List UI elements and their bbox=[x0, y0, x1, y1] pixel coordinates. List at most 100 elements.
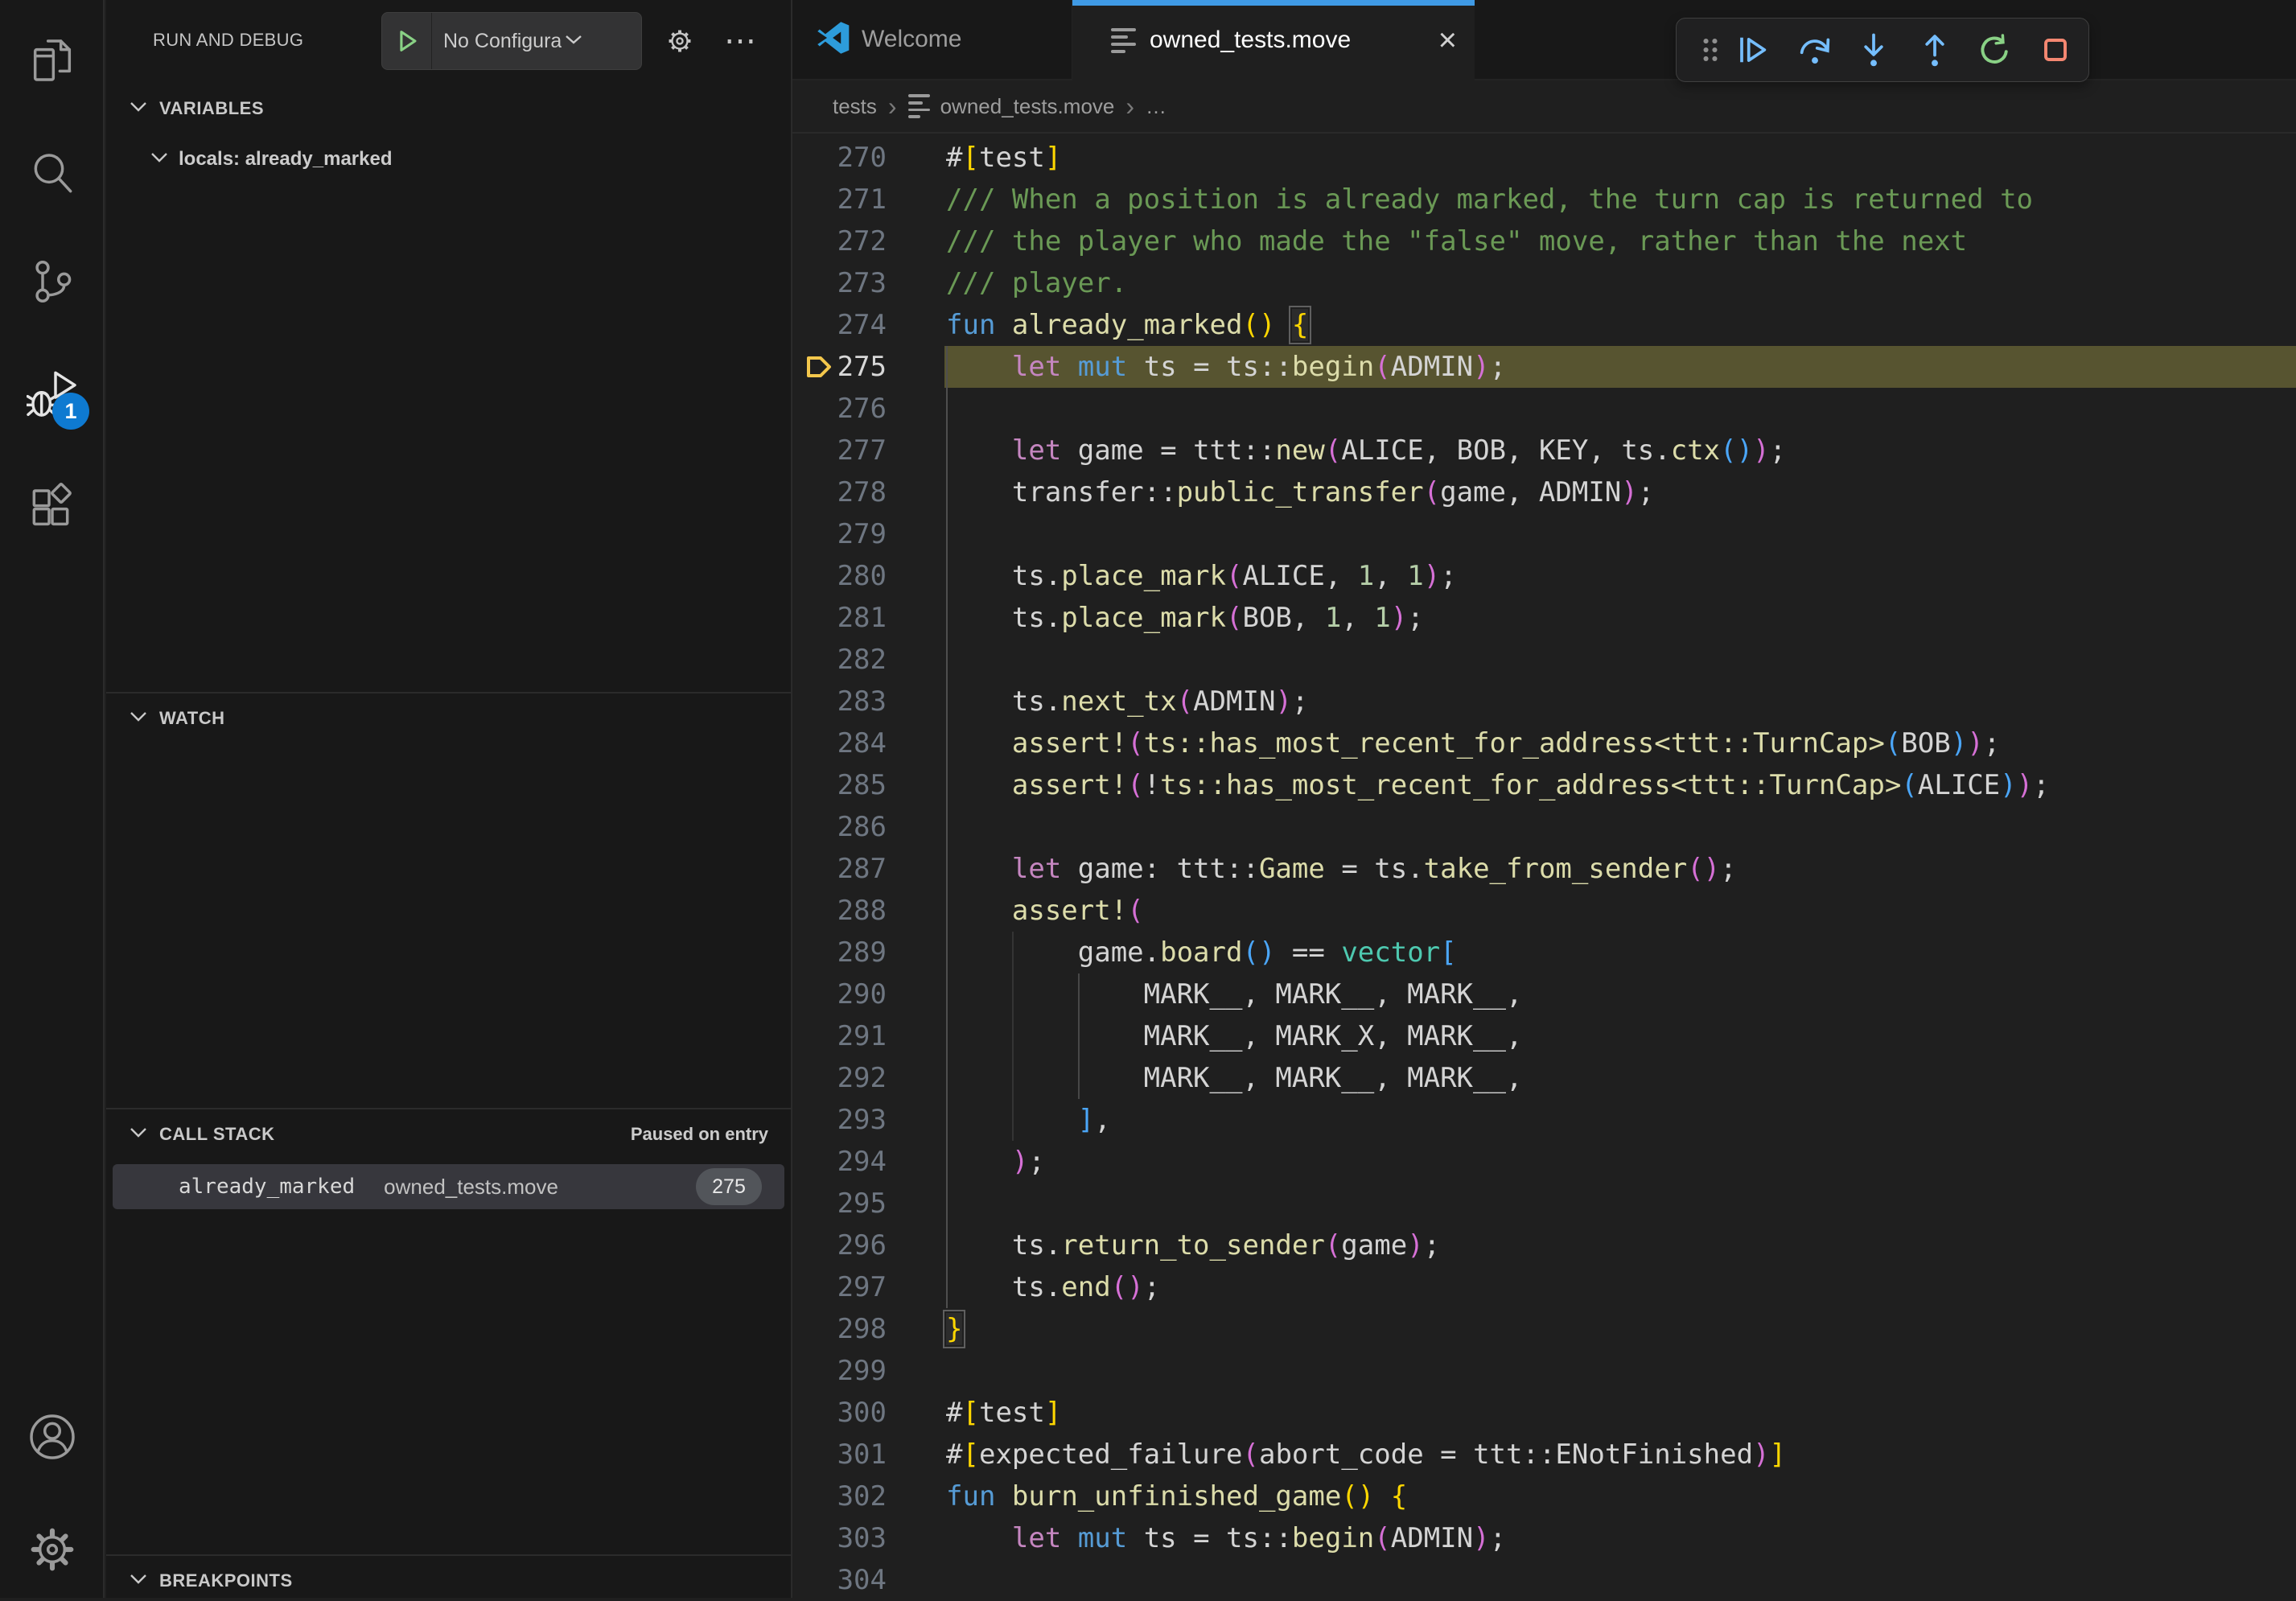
code-text[interactable]: assert!( bbox=[946, 890, 1144, 932]
section-header-call-stack[interactable]: CALL STACK Paused on entry bbox=[106, 1114, 791, 1154]
line-number[interactable]: 286 bbox=[792, 806, 887, 848]
line-number[interactable]: 277 bbox=[792, 430, 887, 471]
code-text[interactable]: let game = ttt::new(ALICE, BOB, KEY, ts.… bbox=[946, 430, 1786, 471]
token-fn: assert! bbox=[1012, 769, 1127, 801]
start-debug-icon[interactable] bbox=[382, 13, 432, 69]
line-number[interactable]: 284 bbox=[792, 722, 887, 764]
code-text[interactable]: /// the player who made the "false" move… bbox=[946, 220, 1967, 262]
line-number[interactable]: 299 bbox=[792, 1350, 887, 1392]
line-number[interactable]: 292 bbox=[792, 1057, 887, 1099]
line-number[interactable]: 297 bbox=[792, 1266, 887, 1308]
code-text[interactable]: ts.next_tx(ADMIN); bbox=[946, 681, 1308, 722]
line-number[interactable]: 296 bbox=[792, 1224, 887, 1266]
line-number[interactable]: 298 bbox=[792, 1308, 887, 1350]
line-number[interactable]: 273 bbox=[792, 262, 887, 304]
code-text[interactable]: ts.return_to_sender(game); bbox=[946, 1224, 1440, 1266]
code-text[interactable]: /// When a position is already marked, t… bbox=[946, 179, 2033, 220]
line-number[interactable]: 283 bbox=[792, 681, 887, 722]
line-number[interactable]: 274 bbox=[792, 304, 887, 346]
variables-scope-locals[interactable]: locals: already_marked bbox=[106, 138, 791, 180]
chevron-down-icon bbox=[129, 710, 148, 727]
code-text[interactable]: ts.end(); bbox=[946, 1266, 1160, 1308]
activity-item-settings-icon[interactable] bbox=[27, 1524, 78, 1575]
line-number[interactable]: 270 bbox=[792, 137, 887, 179]
line-number[interactable]: 295 bbox=[792, 1183, 887, 1224]
debug-step-over-button[interactable] bbox=[1792, 27, 1837, 72]
debug-restart-button[interactable] bbox=[1972, 27, 2017, 72]
code-text[interactable]: let game: ttt::Game = ts.take_from_sende… bbox=[946, 848, 1737, 890]
line-number[interactable]: 288 bbox=[792, 890, 887, 932]
gear-icon[interactable] bbox=[661, 23, 698, 60]
code-text[interactable]: ); bbox=[946, 1141, 1045, 1183]
line-number[interactable]: 290 bbox=[792, 973, 887, 1015]
code-text[interactable]: let mut ts = ts::begin(ADMIN); bbox=[946, 1517, 1506, 1559]
line-number[interactable]: 301 bbox=[792, 1434, 887, 1475]
line-number[interactable]: 303 bbox=[792, 1517, 887, 1559]
code-text[interactable]: ts.place_mark(ALICE, 1, 1); bbox=[946, 555, 1457, 597]
code-text[interactable]: game.board() == vector[ bbox=[946, 932, 1457, 973]
line-number[interactable]: 282 bbox=[792, 639, 887, 681]
code-text[interactable]: assert!(!ts::has_most_recent_for_address… bbox=[946, 764, 2050, 806]
code-text[interactable]: #[expected_failure(abort_code = ttt::ENo… bbox=[946, 1434, 1786, 1475]
line-number[interactable]: 271 bbox=[792, 179, 887, 220]
debug-step-out-button[interactable] bbox=[1912, 27, 1957, 72]
token-pl: ; bbox=[1424, 1229, 1440, 1261]
code-text[interactable]: MARK__, MARK_X, MARK__, bbox=[946, 1015, 1522, 1057]
code-text[interactable]: fun already_marked() { bbox=[946, 304, 1308, 346]
code-text[interactable]: #[test] bbox=[946, 137, 1061, 179]
debug-drag-grip[interactable] bbox=[1688, 27, 1733, 72]
line-number[interactable]: 272 bbox=[792, 220, 887, 262]
line-number[interactable]: 293 bbox=[792, 1099, 887, 1141]
section-header-watch[interactable]: WATCH bbox=[106, 698, 791, 739]
line-number[interactable]: 276 bbox=[792, 388, 887, 430]
activity-item-account-icon[interactable] bbox=[27, 1411, 78, 1463]
close-tab-icon[interactable]: × bbox=[1438, 24, 1457, 56]
debug-continue-button[interactable] bbox=[1729, 27, 1774, 72]
line-number[interactable]: 300 bbox=[792, 1392, 887, 1434]
activity-item-source-control-icon[interactable] bbox=[27, 256, 78, 307]
line-number[interactable]: 304 bbox=[792, 1559, 887, 1598]
current-stack-frame-pointer-icon[interactable] bbox=[804, 353, 835, 381]
section-header-variables[interactable]: VARIABLES bbox=[106, 88, 791, 129]
token-b1: [ bbox=[962, 1438, 978, 1471]
code-text[interactable]: assert!(ts::has_most_recent_for_address<… bbox=[946, 722, 2000, 764]
activity-item-extensions-icon[interactable] bbox=[27, 481, 78, 533]
code-text[interactable]: MARK__, MARK__, MARK__, bbox=[946, 973, 1522, 1015]
activity-item-search-icon[interactable] bbox=[27, 147, 78, 199]
debug-config-dropdown[interactable]: No Configura bbox=[381, 12, 642, 70]
debug-step-into-button[interactable] bbox=[1851, 27, 1896, 72]
code-text[interactable]: } bbox=[946, 1308, 962, 1350]
token-pl bbox=[995, 309, 1011, 341]
tab-label: Welcome bbox=[862, 26, 961, 53]
code-text[interactable]: #[test] bbox=[946, 1392, 1061, 1434]
code-text[interactable]: fun burn_unfinished_game() { bbox=[946, 1475, 1407, 1517]
code-text[interactable]: let mut ts = ts::begin(ADMIN); bbox=[946, 346, 1506, 388]
code-text[interactable]: /// player. bbox=[946, 262, 1127, 304]
line-number[interactable]: 279 bbox=[792, 513, 887, 555]
section-header-breakpoints[interactable]: BREAKPOINTS bbox=[106, 1561, 791, 1601]
code-text[interactable]: ], bbox=[946, 1099, 1111, 1141]
more-actions-icon[interactable]: ⋯ bbox=[722, 23, 759, 60]
tab-welcome[interactable]: Welcome bbox=[792, 0, 1072, 79]
line-number[interactable]: 294 bbox=[792, 1141, 887, 1183]
line-number[interactable]: 285 bbox=[792, 764, 887, 806]
breadcrumb-item-file[interactable]: owned_tests.move bbox=[940, 94, 1115, 119]
breadcrumb-item-tests[interactable]: tests bbox=[833, 94, 877, 119]
tab-owned-tests-move[interactable]: owned_tests.move × bbox=[1072, 0, 1475, 80]
code-text[interactable]: MARK__, MARK__, MARK__, bbox=[946, 1057, 1522, 1099]
activity-item-run-and-debug-icon[interactable]: 1 bbox=[27, 368, 78, 420]
line-number[interactable]: 287 bbox=[792, 848, 887, 890]
call-stack-frame[interactable]: already_marked owned_tests.move 275 bbox=[113, 1164, 784, 1209]
line-number[interactable]: 289 bbox=[792, 932, 887, 973]
line-number[interactable]: 291 bbox=[792, 1015, 887, 1057]
code-text[interactable]: transfer::public_transfer(game, ADMIN); bbox=[946, 471, 1654, 513]
line-number[interactable]: 302 bbox=[792, 1475, 887, 1517]
activity-item-explorer-icon[interactable] bbox=[27, 35, 78, 86]
line-number[interactable]: 280 bbox=[792, 555, 887, 597]
debug-stop-button[interactable] bbox=[2033, 27, 2078, 72]
code-text[interactable]: ts.place_mark(BOB, 1, 1); bbox=[946, 597, 1424, 639]
token-b2: ( bbox=[1424, 476, 1440, 508]
line-number[interactable]: 281 bbox=[792, 597, 887, 639]
line-number[interactable]: 278 bbox=[792, 471, 887, 513]
breadcrumb-item-symbol[interactable]: … bbox=[1146, 94, 1167, 119]
